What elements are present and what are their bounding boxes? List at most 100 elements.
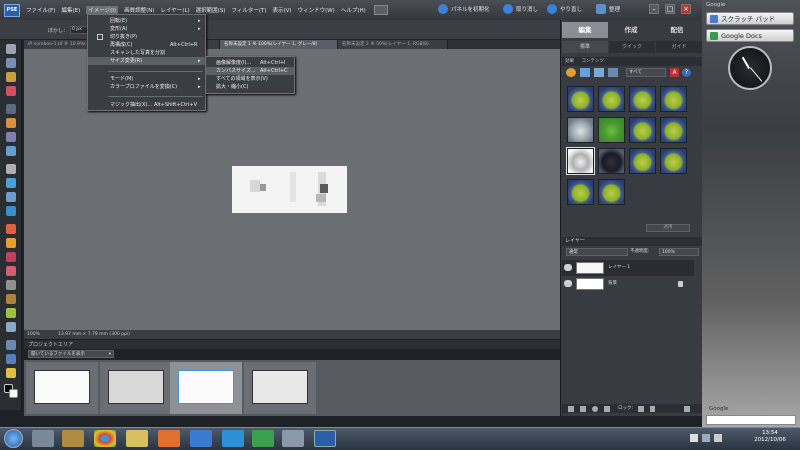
lock-all-icon[interactable] <box>650 406 655 412</box>
crop-tool-icon[interactable] <box>6 178 16 188</box>
bin-thumbnail-3[interactable] <box>170 362 242 414</box>
smart-brush-tool-icon[interactable] <box>6 294 16 304</box>
bin-thumbnail-4[interactable] <box>244 362 316 414</box>
paint-bucket-tool-icon[interactable] <box>6 308 16 318</box>
menu-item-rotate[interactable]: 回転(E) ▸ <box>88 17 205 25</box>
effect-thumbnail[interactable] <box>629 117 656 143</box>
tab-full-edit[interactable]: 標準 <box>562 41 608 53</box>
menu-enhance[interactable]: 画質調整(N) <box>124 6 154 14</box>
google-search-input[interactable] <box>706 415 796 425</box>
shape-tool-icon[interactable] <box>6 340 16 350</box>
tray-date[interactable]: 2012/10/06 <box>744 437 796 444</box>
menu-view[interactable]: 表示(V) <box>273 6 292 14</box>
organize-button[interactable]: 整理 <box>596 4 620 14</box>
red-eye-tool-icon[interactable] <box>6 224 16 234</box>
minimize-button[interactable]: – <box>649 4 659 14</box>
google-docs-button[interactable]: Google Docs <box>706 29 794 42</box>
tab-share[interactable]: 配信 <box>654 22 700 38</box>
content-tab[interactable]: コンテンツ <box>581 59 604 64</box>
maximize-button[interactable]: □ <box>665 4 675 14</box>
redo-button[interactable]: やり直し <box>547 4 582 14</box>
straighten-tool-icon[interactable] <box>6 206 16 216</box>
menu-item-image-size[interactable]: 画像解像度(I)... Alt+Ctrl+I <box>206 59 294 67</box>
layer-row[interactable]: レイヤー 1 <box>562 260 694 276</box>
menu-item-canvas-size[interactable]: カンバスサイズ... Alt+Ctrl+C <box>206 67 294 75</box>
project-bin-filter-select[interactable]: 開いているファイルを表示 ▾ <box>28 350 114 358</box>
effects-tab[interactable]: 効果 <box>565 59 574 64</box>
adjustment-layer-icon[interactable] <box>592 406 598 412</box>
effect-thumbnail[interactable] <box>567 86 594 112</box>
texture-icon[interactable] <box>608 68 618 77</box>
effect-thumbnail[interactable] <box>598 148 625 174</box>
cookie-cutter-tool-icon[interactable] <box>6 192 16 202</box>
eraser-tool-icon[interactable] <box>6 266 16 276</box>
photoshop-elements-icon[interactable] <box>314 430 336 447</box>
healing-brush-tool-icon[interactable] <box>6 238 16 248</box>
tray-flag-icon[interactable] <box>690 434 698 442</box>
menu-layer[interactable]: レイヤー(L) <box>160 6 189 14</box>
trash-icon[interactable] <box>684 406 690 412</box>
marquee-tool-icon[interactable] <box>6 104 16 114</box>
background-color-swatch[interactable] <box>9 389 18 398</box>
chrome-icon[interactable] <box>94 430 116 447</box>
menu-help[interactable]: ヘルプ(H) <box>341 6 366 14</box>
bin-thumbnail-2[interactable] <box>100 362 172 414</box>
menu-item-transform[interactable]: 変形(A) ▸ <box>88 25 205 33</box>
visibility-eye-icon[interactable] <box>564 264 572 271</box>
zoom-tool-icon[interactable] <box>6 58 16 68</box>
adobe-pdf-icon[interactable]: A <box>670 68 679 77</box>
effect-thumbnail[interactable] <box>660 117 687 143</box>
effect-thumbnail[interactable] <box>598 179 625 205</box>
sponge-tool-icon[interactable] <box>6 368 16 378</box>
scratchpad-button[interactable]: スクラッチ パッド <box>706 12 794 25</box>
new-group-icon[interactable] <box>580 406 586 412</box>
tab-document-3[interactable]: 名称未設定 2 ® 50%(レイヤー 1, RGB/8) <box>338 40 448 49</box>
quick-select-tool-icon[interactable] <box>6 146 16 156</box>
media-player-icon[interactable] <box>62 430 84 447</box>
tab-document-2[interactable]: 名称未設定 1 ® 100%(レイヤー 1, グレー/8) <box>220 40 338 49</box>
effect-thumbnail[interactable] <box>660 148 687 174</box>
styles-icon[interactable] <box>580 68 590 77</box>
menu-file[interactable]: ファイル(F) <box>26 6 55 14</box>
skype-icon[interactable] <box>222 430 244 447</box>
effect-thumbnail[interactable] <box>629 148 656 174</box>
blend-mode-select[interactable]: 通常 <box>566 248 628 256</box>
menu-edit[interactable]: 編集(E) <box>61 6 80 14</box>
blur-tool-icon[interactable] <box>6 354 16 364</box>
bin-thumbnail-1[interactable] <box>26 362 98 414</box>
layer-row[interactable]: 背景 <box>562 276 694 292</box>
tab-edit[interactable]: 編集 <box>562 22 608 38</box>
reset-panels-button[interactable]: パネルを初期化 <box>438 4 490 14</box>
effect-thumbnail[interactable] <box>629 86 656 112</box>
network-icon[interactable] <box>702 434 710 442</box>
menu-item-mode[interactable]: モード(M) ▸ <box>88 75 205 83</box>
effect-thumbnail[interactable] <box>660 86 687 112</box>
tab-create[interactable]: 作成 <box>608 22 654 38</box>
filters-icon[interactable] <box>566 68 576 77</box>
menu-window[interactable]: ウィンドウ(W) <box>298 6 335 14</box>
screen-mode-button[interactable] <box>373 5 388 15</box>
apply-button[interactable]: 適用 <box>646 224 690 232</box>
start-button[interactable] <box>4 429 23 448</box>
effect-thumbnail[interactable] <box>567 179 594 205</box>
itunes-icon[interactable] <box>190 430 212 447</box>
effect-thumbnail[interactable] <box>598 86 625 112</box>
menu-item-crop[interactable]: 切り抜き(P) <box>88 33 205 41</box>
tab-guided[interactable]: ガイド <box>656 41 702 53</box>
eyedropper-tool-icon[interactable] <box>6 86 16 96</box>
tab-quick[interactable]: クイック <box>609 41 655 53</box>
gradient-tool-icon[interactable] <box>6 322 16 332</box>
brush-tool-icon[interactable] <box>6 280 16 290</box>
windows-explorer-icon[interactable] <box>32 430 54 447</box>
menu-item-magic-extractor[interactable]: マジック抽出(X)... Alt+Shift+Ctrl+V <box>88 101 205 109</box>
menu-item-scale[interactable]: 拡大・縮小(C) <box>206 83 294 91</box>
lasso-tool-icon[interactable] <box>6 118 16 128</box>
visibility-eye-icon[interactable] <box>564 280 572 287</box>
menu-image[interactable]: イメージ(I) <box>86 6 119 14</box>
menu-filter[interactable]: フィルター(T) <box>231 6 266 14</box>
lock-transparent-icon[interactable] <box>638 406 644 412</box>
magic-wand-tool-icon[interactable] <box>6 132 16 142</box>
move-tool-icon[interactable] <box>6 44 16 54</box>
menu-item-divide-scanned[interactable]: スキャンした写真を分割 <box>88 49 205 57</box>
help-icon[interactable]: ? <box>682 68 691 77</box>
